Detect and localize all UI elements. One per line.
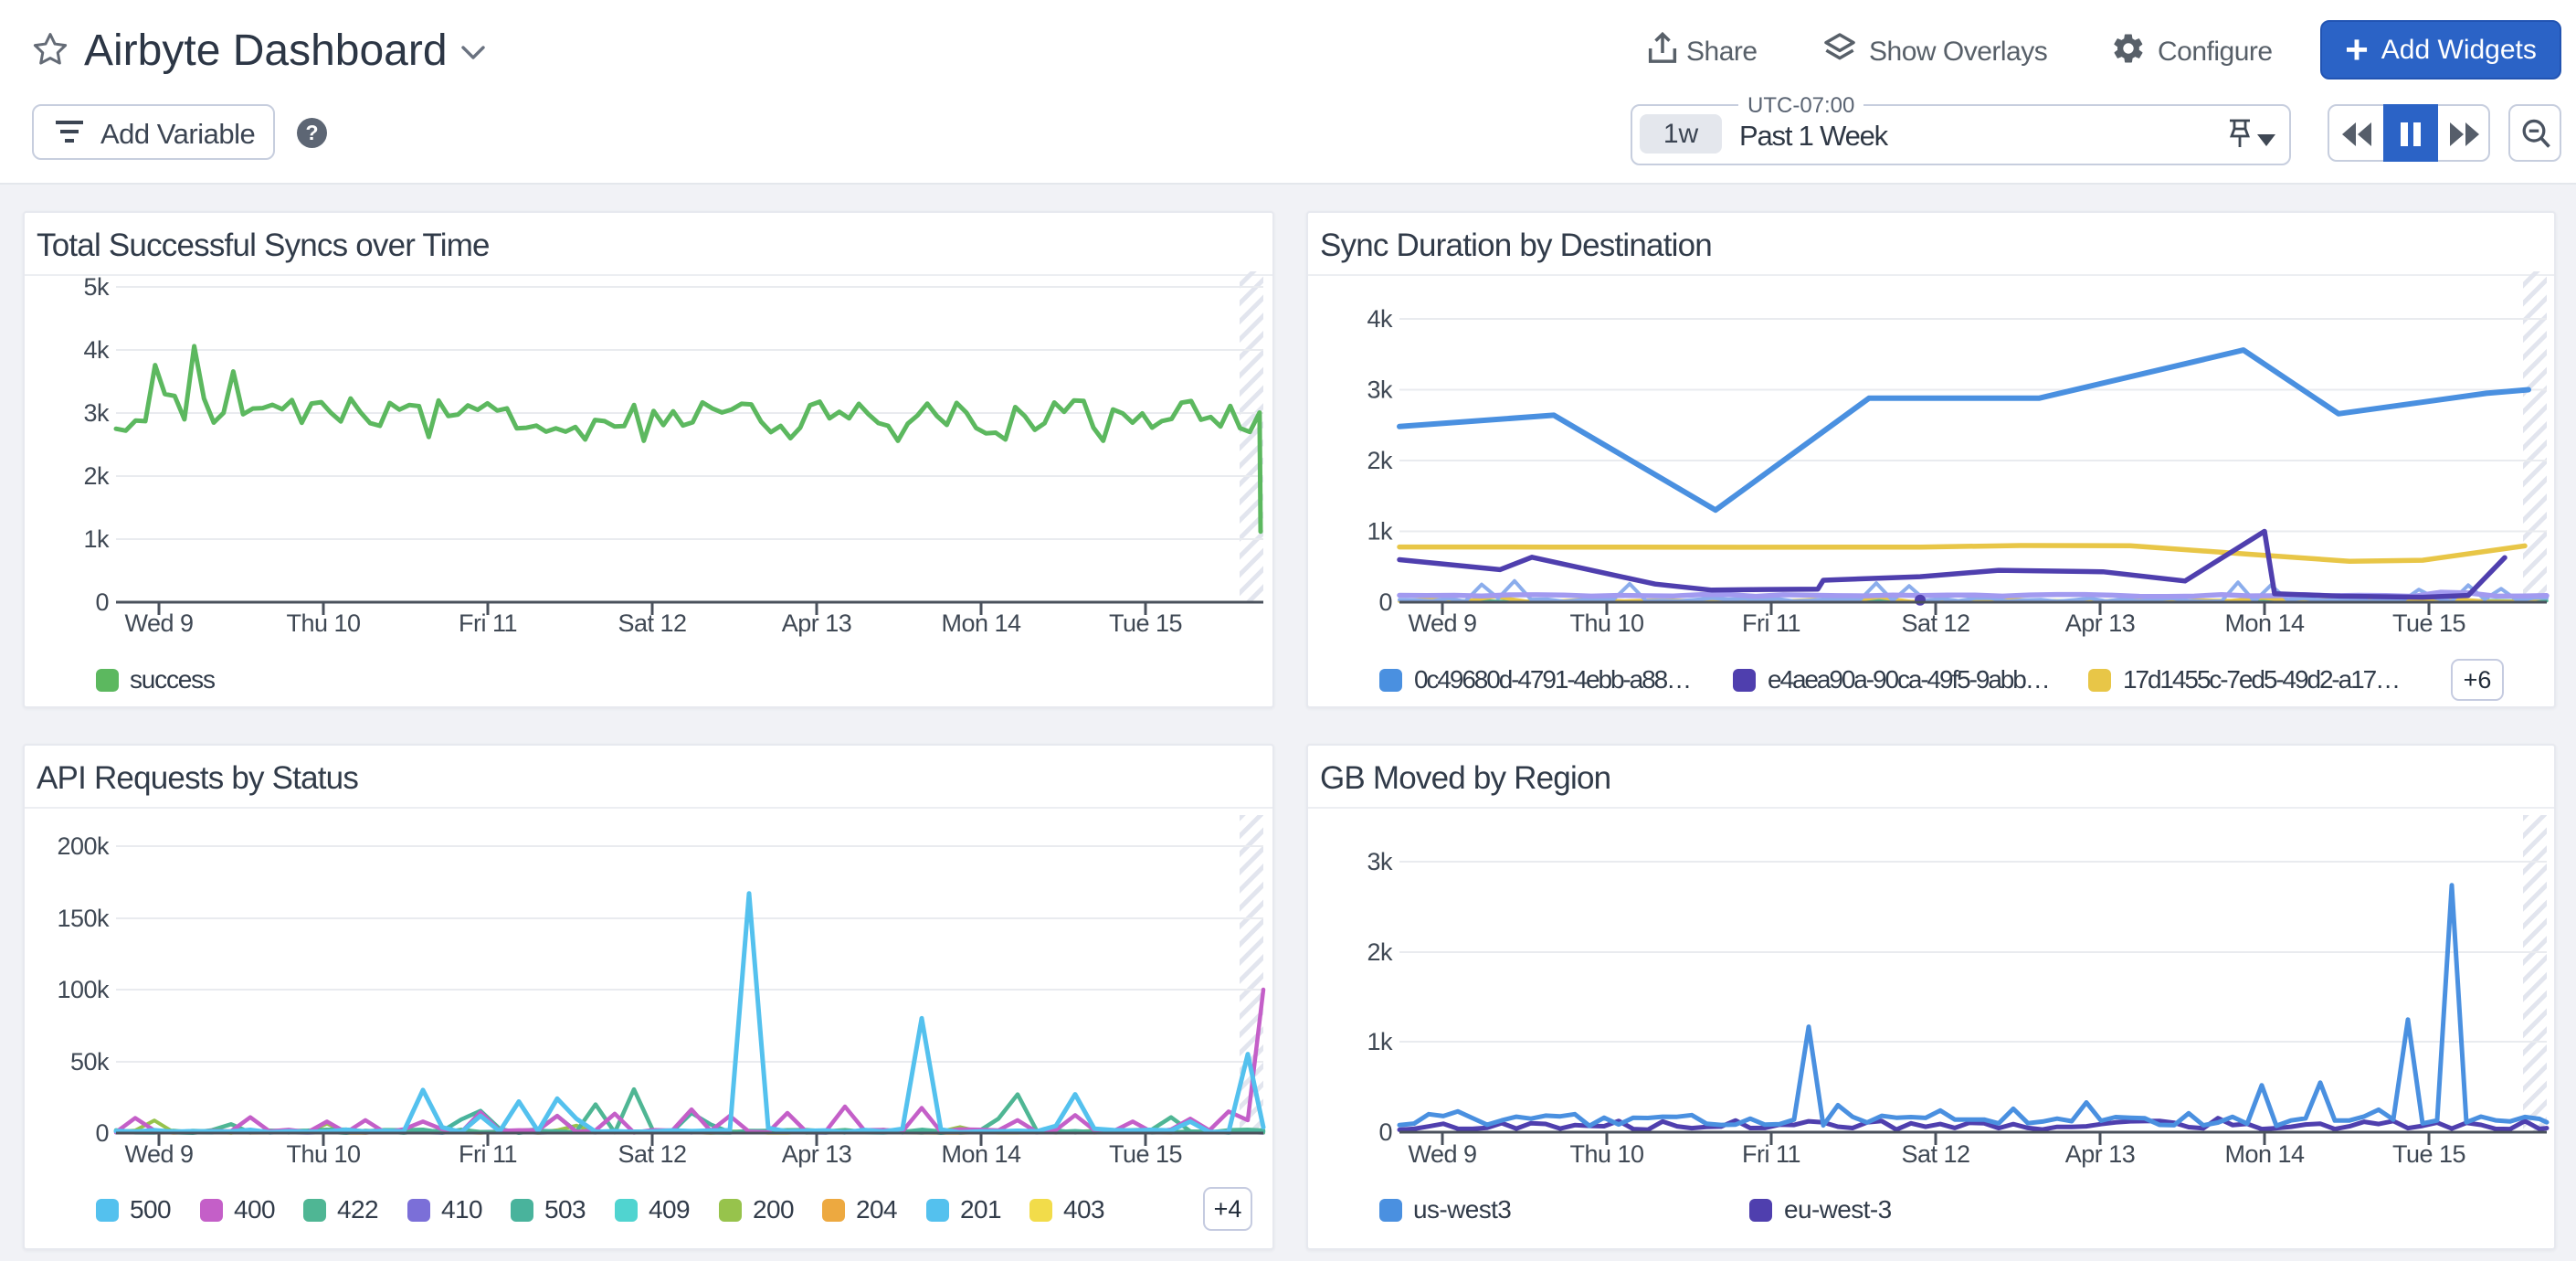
- svg-text:1k: 1k: [1367, 518, 1393, 546]
- svg-text:0: 0: [95, 1119, 109, 1147]
- svg-text:Thu 10: Thu 10: [1569, 1140, 1643, 1168]
- svg-text:Tue 15: Tue 15: [1109, 1140, 1182, 1168]
- svg-text:50k: 50k: [70, 1048, 110, 1076]
- svg-text:Tue 15: Tue 15: [2392, 609, 2465, 637]
- svg-text:0: 0: [95, 588, 109, 616]
- svg-text:Mon 14: Mon 14: [2224, 1140, 2305, 1168]
- svg-text:0: 0: [1378, 1118, 1392, 1146]
- svg-text:Apr 13: Apr 13: [782, 1140, 852, 1168]
- svg-text:Tue 15: Tue 15: [2392, 1140, 2465, 1168]
- svg-text:200k: 200k: [57, 832, 110, 860]
- svg-text:100k: 100k: [57, 976, 110, 1003]
- svg-text:5k: 5k: [83, 273, 110, 301]
- svg-text:Wed 9: Wed 9: [1408, 609, 1476, 637]
- svg-text:Sat 12: Sat 12: [1901, 1140, 1969, 1168]
- svg-text:Sat 12: Sat 12: [618, 1140, 686, 1168]
- svg-text:Apr 13: Apr 13: [2065, 609, 2136, 637]
- svg-text:3k: 3k: [1367, 848, 1393, 875]
- svg-text:4k: 4k: [1367, 305, 1393, 333]
- svg-text:1k: 1k: [1367, 1028, 1393, 1055]
- svg-text:1k: 1k: [83, 525, 110, 553]
- svg-text:4k: 4k: [83, 336, 110, 364]
- svg-text:Fri 11: Fri 11: [1742, 609, 1800, 637]
- svg-text:Tue 15: Tue 15: [1109, 609, 1182, 637]
- svg-text:Thu 10: Thu 10: [1569, 609, 1643, 637]
- svg-text:Wed 9: Wed 9: [1408, 1140, 1476, 1168]
- svg-text:Apr 13: Apr 13: [782, 609, 852, 637]
- svg-text:Wed 9: Wed 9: [124, 1140, 193, 1168]
- svg-text:Wed 9: Wed 9: [124, 609, 193, 637]
- svg-text:2k: 2k: [83, 462, 110, 490]
- svg-text:Mon 14: Mon 14: [941, 609, 1021, 637]
- svg-text:Fri 11: Fri 11: [459, 609, 517, 637]
- svg-text:0: 0: [1378, 588, 1392, 616]
- svg-text:Fri 11: Fri 11: [1742, 1140, 1800, 1168]
- svg-text:2k: 2k: [1367, 447, 1393, 474]
- svg-text:2k: 2k: [1367, 938, 1393, 966]
- svg-text:Fri 11: Fri 11: [459, 1140, 517, 1168]
- svg-text:Mon 14: Mon 14: [941, 1140, 1021, 1168]
- svg-text:Sat 12: Sat 12: [618, 609, 686, 637]
- svg-text:Apr 13: Apr 13: [2065, 1140, 2136, 1168]
- svg-text:Mon 14: Mon 14: [2224, 609, 2305, 637]
- svg-text:3k: 3k: [83, 399, 110, 427]
- svg-text:Thu 10: Thu 10: [286, 609, 360, 637]
- svg-text:Thu 10: Thu 10: [286, 1140, 360, 1168]
- svg-text:150k: 150k: [57, 905, 110, 932]
- svg-text:3k: 3k: [1367, 376, 1393, 404]
- svg-text:Sat 12: Sat 12: [1901, 609, 1969, 637]
